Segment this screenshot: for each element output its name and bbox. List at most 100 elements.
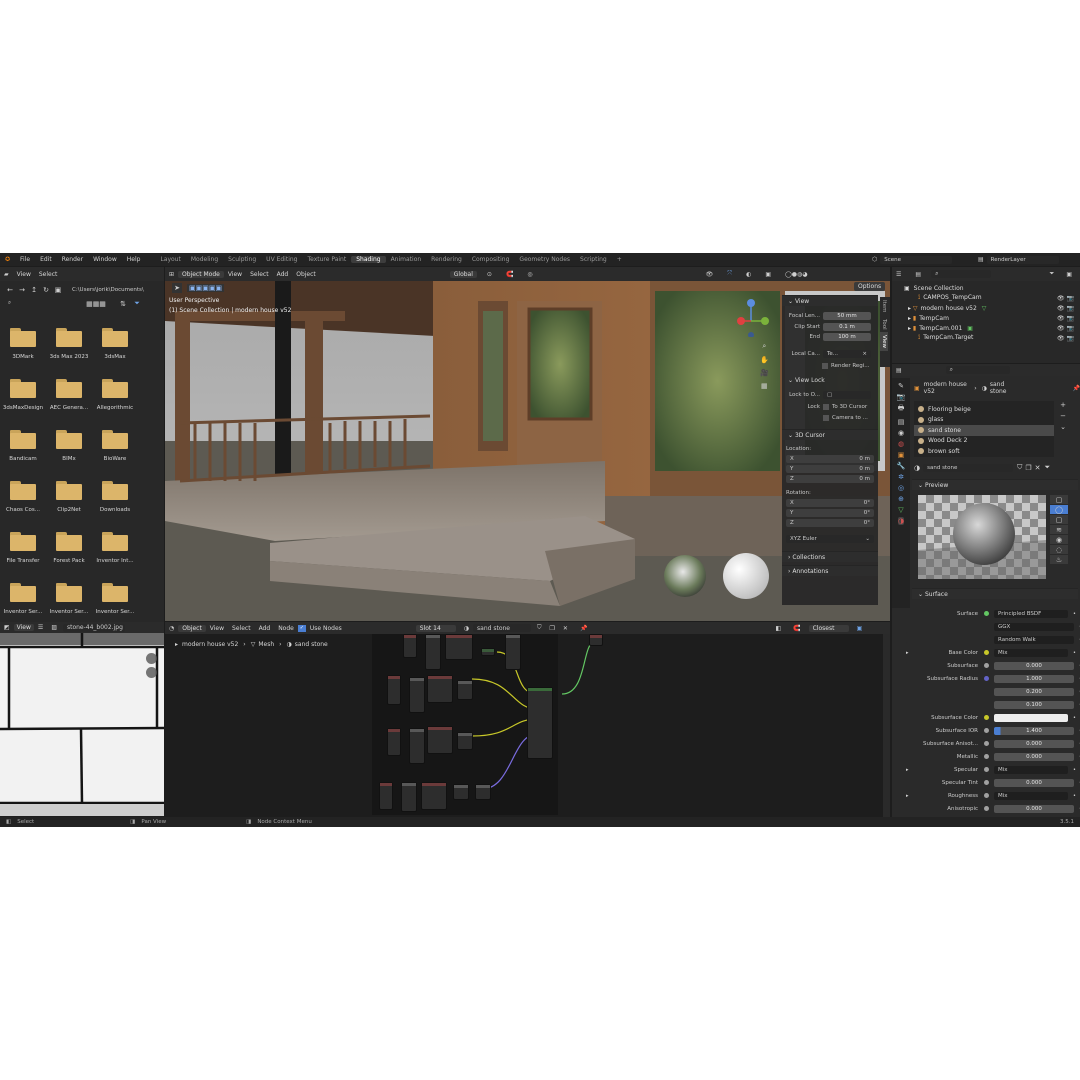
tab-view[interactable]: View	[880, 332, 888, 352]
menu-edit[interactable]: Edit	[35, 256, 57, 263]
annotations-header[interactable]: › Annotations	[782, 565, 878, 576]
preview-cube-icon[interactable]: ▢	[1050, 515, 1068, 524]
local-camera-field[interactable]: Te... ×	[823, 350, 871, 358]
ne-overlay-icon[interactable]: ◧	[771, 625, 785, 632]
folder-item[interactable]: Chaos Cos...	[0, 481, 46, 513]
folder-editor-icon[interactable]: ▰	[0, 271, 13, 278]
material-filter-icon[interactable]: ⏷	[1045, 463, 1051, 472]
surface-section-header[interactable]: ⌄ Surface	[912, 588, 1078, 599]
physics-tab-icon[interactable]: ◎	[898, 484, 904, 492]
folder-item[interactable]: 3ds Max 2023	[46, 328, 92, 360]
preview-section-header[interactable]: ⌄ Preview	[912, 479, 1078, 490]
breadcrumb-material[interactable]: sand stone	[295, 641, 328, 648]
property-value-field[interactable]: Random Walk	[994, 635, 1074, 644]
scene-selector[interactable]: ⬡ Scene	[872, 255, 953, 264]
use-nodes-checkbox[interactable]: ✓	[297, 624, 306, 632]
node[interactable]	[481, 648, 495, 656]
folder-item[interactable]: AEC Genera...	[46, 379, 92, 411]
ortho-grid-icon[interactable]: ▦	[760, 382, 769, 390]
tab-animation[interactable]: Animation	[386, 256, 427, 263]
fb-search-input[interactable]: ⌕	[4, 299, 70, 308]
3d-viewport[interactable]: ⊞ Object Mode View Select Add Object Glo…	[165, 267, 890, 621]
rotation-mode-dropdown[interactable]: XYZ Euler ⌄	[786, 535, 874, 543]
pin-icon[interactable]: 📌	[576, 625, 591, 632]
collections-header[interactable]: › Collections	[782, 551, 878, 562]
outliner-item[interactable]: ⟟ TempCam.Target 👁 📷	[892, 333, 1080, 343]
material-browse-icon[interactable]: ◑	[914, 464, 920, 472]
slot-dropdown[interactable]: Slot 14	[415, 624, 456, 632]
filter-icon[interactable]: ⏷	[130, 299, 144, 308]
preview-flat-icon[interactable]: ▢	[1050, 495, 1068, 504]
ne-add-menu[interactable]: Add	[255, 625, 275, 632]
property-value-field[interactable]	[994, 713, 1068, 722]
outliner-item[interactable]: ▸ ▽ modern house v52 ▽ 👁 📷	[892, 303, 1080, 313]
new-collection-icon[interactable]: ▣	[1062, 271, 1076, 278]
preview-sphere-icon[interactable]: ◯	[1050, 505, 1068, 514]
fake-user-shield-icon[interactable]: ⛉	[1017, 463, 1022, 472]
snap-target-dropdown[interactable]: Closest	[808, 624, 849, 632]
folder-item[interactable]: Inventor Ser...	[0, 583, 46, 615]
image-browse-icon[interactable]: ▨	[47, 624, 61, 631]
scene-field[interactable]: Scene	[880, 255, 953, 264]
folder-item[interactable]: Forest Pack	[46, 532, 92, 564]
unlink-icon[interactable]: ✕	[559, 625, 572, 632]
fb-path-field[interactable]: C:\Users\jorik\Documents\	[68, 285, 148, 294]
forward-arrow-icon[interactable]: →	[16, 286, 28, 294]
material-field[interactable]: sand stone	[923, 463, 1014, 472]
folder-item[interactable]: Inventor Int...	[92, 532, 138, 564]
outliner-scene-collection[interactable]: ▣ Scene Collection	[892, 283, 1080, 293]
viewport-editor-icon[interactable]: ⊞	[165, 271, 178, 278]
to-3d-cursor-checkbox[interactable]	[823, 404, 829, 410]
node-editor-icon[interactable]: ◔	[165, 625, 178, 632]
outliner-item[interactable]: ⟟ CAMPOS_TempCam 👁 📷	[892, 293, 1080, 303]
menu-lines-icon[interactable]: ☰	[34, 624, 47, 631]
camera-to-view-checkbox[interactable]	[823, 415, 829, 421]
material-slot-item[interactable]: Wood Deck 2	[914, 436, 1054, 447]
tab-geometry-nodes[interactable]: Geometry Nodes	[514, 256, 575, 263]
ie-image-field[interactable]: stone-44_b002.jpg	[62, 623, 125, 632]
image-zoom-icon[interactable]	[146, 653, 157, 664]
ne-snap-icon[interactable]: 🧲	[789, 625, 804, 632]
tab-rendering[interactable]: Rendering	[426, 256, 467, 263]
rotation-z-field[interactable]: Z 0°	[786, 519, 874, 527]
pan-hand-icon[interactable]: ✋	[760, 356, 769, 364]
location-z-field[interactable]: Z0 m	[786, 475, 874, 483]
camera-view-icon[interactable]: 🎥	[760, 369, 769, 377]
back-arrow-icon[interactable]: ←	[4, 286, 16, 294]
breadcrumb-mesh[interactable]: Mesh	[258, 641, 274, 648]
tab-texture-paint[interactable]: Texture Paint	[302, 256, 351, 263]
preview-monkey-icon[interactable]: ◉	[1050, 535, 1068, 544]
node[interactable]	[403, 634, 417, 658]
material-tab-icon[interactable]: ◑	[897, 517, 905, 525]
3d-cursor-header[interactable]: ⌄ 3D Cursor	[782, 429, 878, 440]
folder-item[interactable]: Bandicam	[0, 430, 46, 462]
folder-item[interactable]: Inventor Ser...	[92, 583, 138, 615]
tab-tool[interactable]: Tool	[880, 316, 888, 333]
node[interactable]	[409, 728, 425, 764]
visibility-icon[interactable]: 👁	[702, 271, 718, 278]
image-editor-icon[interactable]: ◩	[0, 624, 14, 631]
tab-item[interactable]: Item	[880, 297, 888, 316]
zoom-icon[interactable]: ⌕	[760, 342, 769, 351]
fake-user-icon[interactable]: ⛉	[533, 624, 546, 632]
tool-tab-icon[interactable]: ✎	[898, 382, 904, 390]
constraints-tab-icon[interactable]: ⊕	[898, 495, 904, 503]
ne-view-menu[interactable]: View	[206, 625, 228, 632]
options-button[interactable]: Options	[854, 282, 886, 291]
outliner-search[interactable]: ⌕	[931, 270, 992, 278]
node[interactable]	[427, 726, 453, 754]
ne-select-menu[interactable]: Select	[228, 625, 255, 632]
preview-world-icon[interactable]: ◌	[1050, 545, 1068, 554]
vp-add-menu[interactable]: Add	[273, 271, 293, 278]
node[interactable]	[427, 675, 453, 703]
menu-window[interactable]: Window	[88, 256, 122, 263]
preview-fluid-icon[interactable]: ♨	[1050, 555, 1068, 564]
outliner-editor-icon[interactable]: ☰	[892, 271, 905, 278]
object-mode-dropdown[interactable]: Object Mode	[178, 270, 224, 278]
location-y-field[interactable]: Y0 m	[786, 465, 874, 473]
node[interactable]	[457, 680, 473, 700]
tab-uv-editing[interactable]: UV Editing	[261, 256, 302, 263]
pin-icon[interactable]: 📌	[1073, 385, 1080, 392]
property-value-field[interactable]: 0.000	[994, 752, 1074, 761]
blender-logo-icon[interactable]: ✪	[0, 256, 15, 263]
